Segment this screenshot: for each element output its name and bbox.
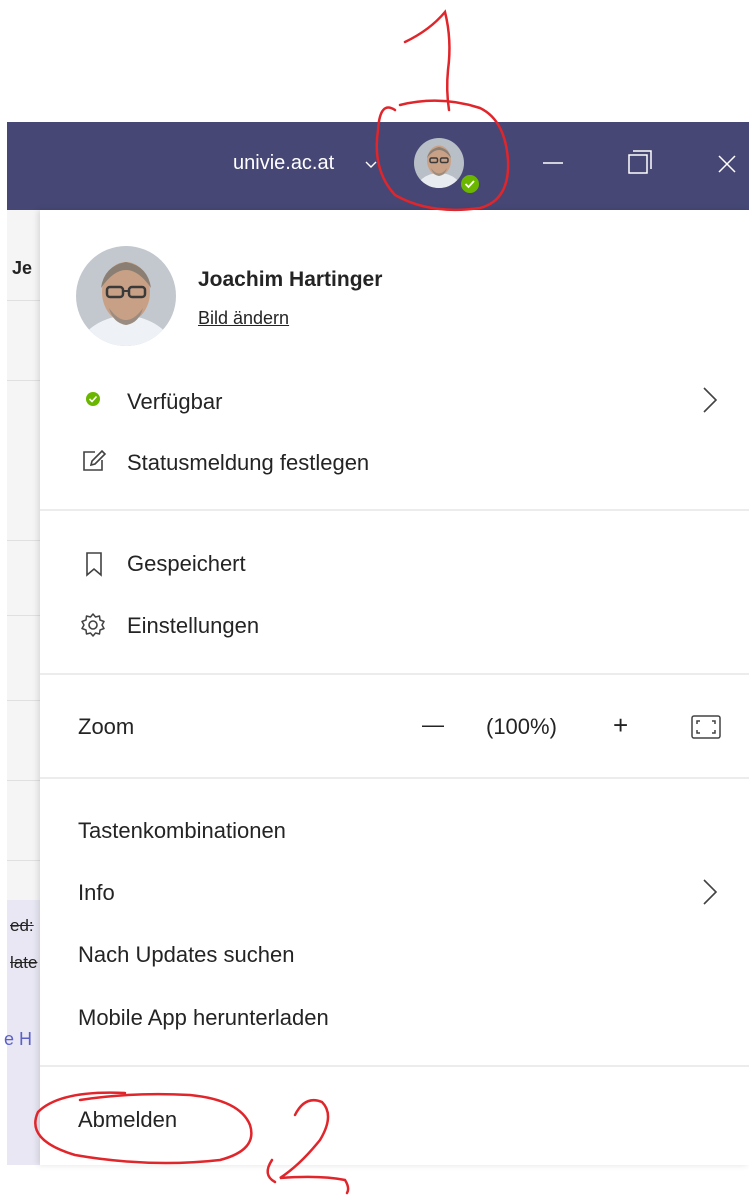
background-divider [7,700,40,701]
chevron-right-icon[interactable] [700,877,720,907]
profile-name: Joachim Hartinger [198,268,383,291]
zoom-level: (100%) [486,714,557,739]
chevron-down-icon[interactable] [364,157,378,171]
presence-available-icon [86,392,100,406]
zoom-label: Zoom [78,714,135,739]
close-icon[interactable] [703,140,749,186]
set-status-message-button[interactable]: Statusmeldung festlegen [127,450,369,476]
background-divider [7,860,40,861]
divider [40,1065,749,1067]
keyboard-shortcuts-button[interactable]: Tastenkombinationen [78,818,286,844]
divider [40,777,749,779]
presence-available-icon [459,173,481,195]
check-updates-button[interactable]: Nach Updates suchen [78,942,294,968]
saved-button[interactable]: Gespeichert [127,551,246,577]
zoom-in-button[interactable]: + [613,710,628,741]
profile-avatar-button[interactable] [414,138,464,188]
edit-status-icon [83,449,107,471]
avatar-small-image [414,138,464,188]
background-divider [7,780,40,781]
background-text: ed: [10,916,34,935]
status-selector[interactable]: Verfügbar [127,389,222,415]
chevron-right-icon[interactable] [700,385,720,415]
bookmark-icon [86,552,102,577]
avatar [76,246,176,346]
tenant-switcher[interactable]: univie.ac.at [233,152,334,175]
gear-icon [81,613,105,637]
avatar-large-image [76,246,176,346]
background-divider [7,540,40,541]
info-button[interactable]: Info [78,880,115,906]
background-text: e H [4,1029,33,1049]
background-text: Je [12,258,33,278]
settings-button[interactable]: Einstellungen [127,613,259,639]
minimize-icon[interactable] [530,140,576,186]
divider [40,509,749,511]
sign-out-button[interactable]: Abmelden [78,1107,177,1133]
background-divider [7,300,40,301]
background-divider [7,380,40,381]
fullscreen-icon[interactable] [690,713,722,741]
zoom-out-button[interactable]: — [422,712,444,738]
change-picture-link[interactable]: Bild ändern [198,308,289,329]
background-text: late [10,953,38,972]
annotation-number-one [403,9,451,112]
divider [40,673,749,675]
download-mobile-app-button[interactable]: Mobile App herunterladen [78,1005,329,1031]
background-divider [7,615,40,616]
maximize-icon[interactable] [617,140,663,186]
